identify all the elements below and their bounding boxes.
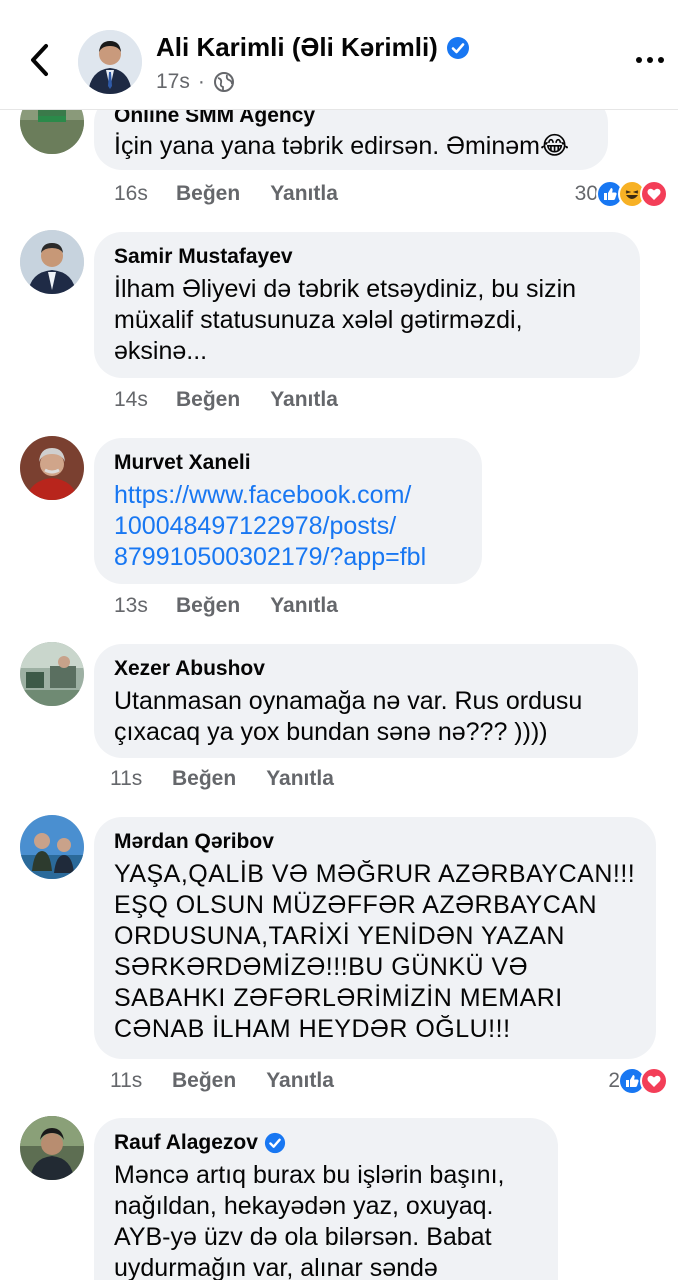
meta-separator: · (197, 70, 205, 93)
comment-actions: 11s Beğen Yanıtla (110, 764, 364, 794)
love-reaction-icon (640, 1067, 668, 1095)
reply-button[interactable]: Yanıtla (270, 388, 338, 412)
more-options-button[interactable] (630, 46, 670, 74)
post-author-name[interactable]: Ali Karimli (Əli Kərimli) (156, 32, 438, 63)
comment-bubble[interactable]: Rauf Alagezov Məncə artıq burax bu işlər… (94, 1118, 558, 1280)
globe-icon (213, 72, 234, 92)
author-avatar[interactable] (78, 30, 142, 94)
comment-actions: 14s Beğen Yanıtla (114, 385, 368, 415)
commenter-avatar[interactable] (20, 815, 84, 879)
comment-actions: 11s Beğen Yanıtla (110, 1066, 364, 1096)
verified-badge-icon (264, 1132, 286, 1154)
commenter-avatar[interactable] (20, 436, 84, 500)
comment-time[interactable]: 11s (110, 767, 172, 791)
chevron-left-icon (31, 44, 48, 76)
verified-badge-icon (446, 36, 469, 59)
love-reaction-icon (640, 180, 668, 208)
comment-time[interactable]: 16s (114, 182, 176, 206)
reaction-summary[interactable]: 30 (575, 179, 668, 209)
commenter-avatar[interactable] (20, 642, 84, 706)
comment-bubble[interactable]: Mərdan Qəribov YAŞA,QALİB VƏ MƏĞRUR AZƏR… (94, 817, 656, 1059)
comment: Mərdan Qəribov YAŞA,QALİB VƏ MƏĞRUR AZƏR… (0, 815, 678, 1105)
comment-time[interactable]: 14s (114, 388, 176, 412)
back-button[interactable] (22, 38, 56, 82)
comment: Samir Mustafayev İlham Əliyevi də təbrik… (0, 230, 678, 420)
comment-text: Utanmasan oynamağa nə var. Rus ordusu çı… (114, 687, 583, 746)
more-dot-icon (658, 57, 664, 63)
commenter-name[interactable]: Murvet Xaneli (114, 450, 462, 476)
comment-text: YAŞA,QALİB VƏ MƏĞRUR AZƏRBAYCAN!!! EŞQ O… (114, 860, 636, 1043)
reply-button[interactable]: Yanıtla (266, 767, 334, 791)
comment-text: İlham Əliyevi də təbrik etsəydiniz, bu s… (114, 275, 577, 365)
like-button[interactable]: Beğen (172, 1069, 236, 1093)
comment-bubble[interactable]: Murvet Xaneli https://www.facebook.com/ … (94, 438, 482, 584)
reaction-count[interactable]: 30 (575, 182, 598, 206)
comment-actions: 13s Beğen Yanıtla (114, 591, 368, 621)
comment-link[interactable]: https://www.facebook.com/ 10004849712297… (114, 480, 462, 573)
reaction-summary[interactable]: 2 (608, 1066, 668, 1096)
reply-button[interactable]: Yanıtla (270, 182, 338, 206)
commenter-name[interactable]: Xezer Abushov (114, 656, 618, 682)
more-dot-icon (636, 57, 642, 63)
more-dot-icon (647, 57, 653, 63)
commenter-avatar[interactable] (20, 1116, 84, 1180)
post-time[interactable]: 17s (156, 70, 190, 94)
post-meta: 17s · (156, 70, 235, 94)
comment-actions: 16s Beğen Yanıtla (114, 179, 368, 209)
commenter-name[interactable]: Samir Mustafayev (114, 244, 620, 270)
comment-bubble[interactable]: Samir Mustafayev İlham Əliyevi də təbrik… (94, 232, 640, 378)
comment-bubble[interactable]: Xezer Abushov Utanmasan oynamağa nə var.… (94, 644, 638, 758)
like-button[interactable]: Beğen (176, 182, 240, 206)
like-button[interactable]: Beğen (172, 767, 236, 791)
comment-text: Məncə artıq burax bu işlərin başını, nağ… (114, 1161, 505, 1280)
reply-button[interactable]: Yanıtla (270, 594, 338, 618)
commenter-name[interactable]: Mərdan Qəribov (114, 829, 636, 855)
comment-text: İçin yana yana təbrik edirsən. Əminəm😂 (114, 132, 570, 160)
post-header: Ali Karimli (Əli Kərimli) 17s · (0, 0, 678, 110)
like-button[interactable]: Beğen (176, 594, 240, 618)
comment: Rauf Alagezov Məncə artıq burax bu işlər… (0, 1116, 678, 1280)
commenter-name[interactable]: Rauf Alagezov (114, 1130, 538, 1156)
comment-time[interactable]: 13s (114, 594, 176, 618)
post-author[interactable]: Ali Karimli (Əli Kərimli) (156, 32, 470, 63)
comment: Xezer Abushov Utanmasan oynamağa nə var.… (0, 642, 678, 802)
reply-button[interactable]: Yanıtla (266, 1069, 334, 1093)
like-button[interactable]: Beğen (176, 388, 240, 412)
comment-time[interactable]: 11s (110, 1069, 172, 1093)
commenter-avatar[interactable] (20, 230, 84, 294)
comment: Murvet Xaneli https://www.facebook.com/ … (0, 436, 678, 626)
